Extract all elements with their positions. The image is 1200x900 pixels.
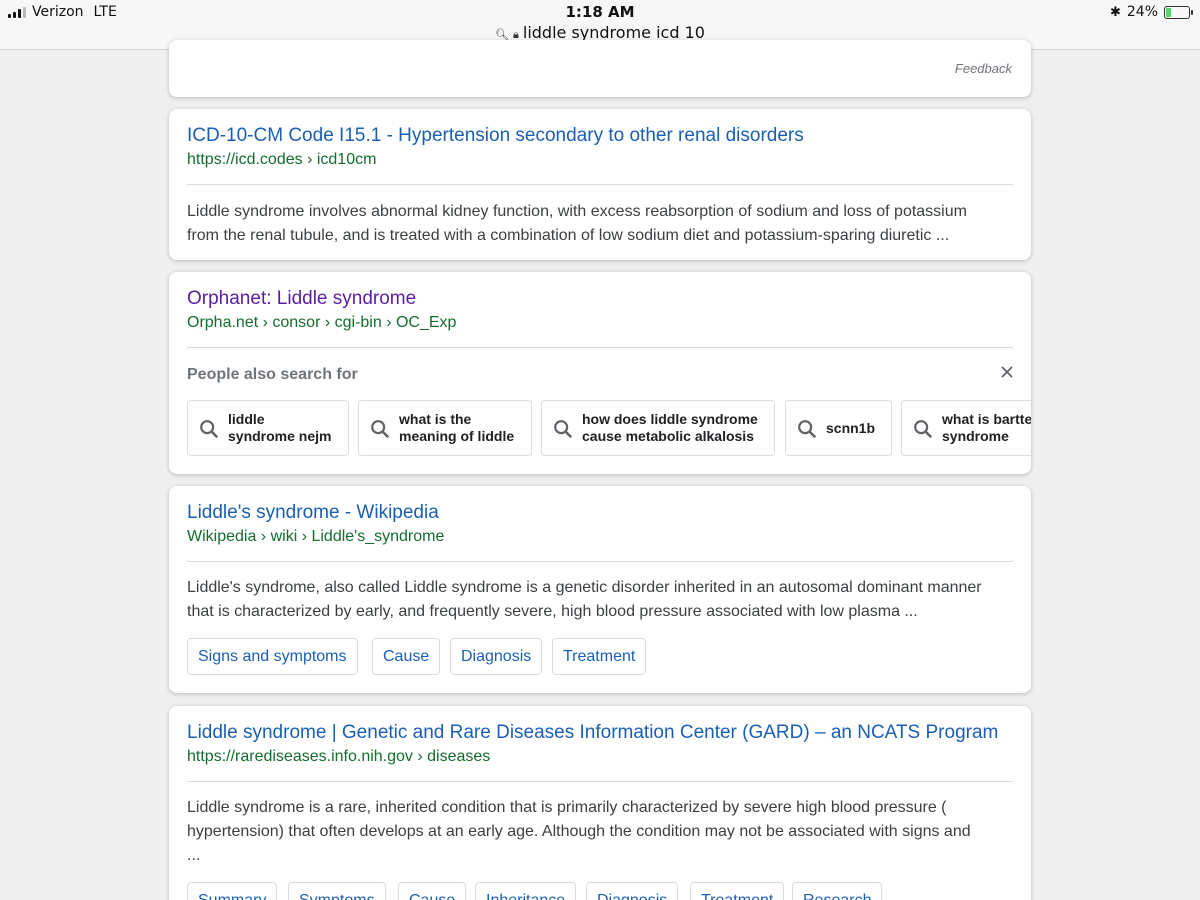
result-card-gard: Liddle syndrome | Genetic and Rare Disea…: [169, 706, 1031, 900]
result-title[interactable]: Liddle's syndrome - Wikipedia: [187, 502, 439, 524]
sitelink-diagnosis[interactable]: Diagnosis: [586, 882, 679, 900]
sitelink-treatment[interactable]: Treatment: [690, 882, 785, 900]
result-snippet: Liddle syndrome involves abnormal kidney…: [187, 200, 1013, 248]
result-title[interactable]: ICD-10-CM Code I15.1 - Hypertension seco…: [187, 125, 804, 147]
clock: 1:18 AM: [565, 3, 635, 21]
chip-label: what is bartter syndrome: [942, 411, 1031, 444]
result-card-wikipedia: Liddle's syndrome - Wikipedia Wikipedia …: [169, 486, 1031, 693]
bluetooth-icon: ✱: [1109, 4, 1121, 20]
sitelink-signs-and-symptoms[interactable]: Signs and symptoms: [187, 638, 358, 675]
chip-label: scnn1b: [826, 419, 876, 436]
chip-label: what is the meaning of liddle: [399, 411, 515, 444]
sitelink-cause[interactable]: Cause: [398, 882, 467, 900]
snippet-line: Liddle syndrome involves abnormal kidney…: [187, 203, 967, 220]
snippet-line: Liddle's syndrome, also called Liddle sy…: [187, 579, 982, 596]
result-title[interactable]: Orphanet: Liddle syndrome: [187, 288, 416, 310]
search-icon: [914, 420, 933, 439]
top-result-card: Feedback: [169, 40, 1031, 97]
divider: [187, 184, 1013, 185]
result-cite[interactable]: https://rarediseases.info.nih.gov › dise…: [187, 748, 490, 766]
result-card-orphanet: Orphanet: Liddle syndrome Orpha.net › co…: [169, 272, 1031, 474]
sitelink-cause[interactable]: Cause: [372, 638, 441, 675]
related-search-chip[interactable]: what is bartter syndrome: [901, 400, 1031, 456]
close-icon[interactable]: [999, 364, 1015, 380]
divider: [187, 781, 1013, 782]
divider: [187, 561, 1013, 562]
people-also-search-heading: People also search for: [187, 366, 358, 383]
search-icon: [554, 420, 573, 439]
snippet-line: ...: [187, 847, 201, 864]
snippet-line: Liddle syndrome is a rare, inherited con…: [187, 799, 947, 816]
result-cite[interactable]: https://icd.codes › icd10cm: [187, 151, 376, 169]
related-search-chip[interactable]: how does liddle syndrome cause metabolic…: [541, 400, 775, 456]
sitelink-symptoms[interactable]: Symptoms: [288, 882, 386, 900]
sitelink-inheritance[interactable]: Inheritance: [475, 882, 577, 900]
chip-label: how does liddle syndrome cause metabolic…: [582, 411, 758, 444]
chip-label: liddle syndrome nejm: [228, 411, 332, 444]
battery-percent: 24%: [1126, 4, 1158, 20]
related-search-chip[interactable]: what is the meaning of liddle: [358, 400, 532, 456]
battery-level: [1166, 7, 1172, 17]
sitelink-treatment[interactable]: Treatment: [552, 638, 647, 675]
sitelink-summary[interactable]: Summary: [187, 882, 278, 900]
status-right: ✱ 24%: [1109, 4, 1193, 20]
sitelink-diagnosis[interactable]: Diagnosis: [450, 638, 543, 675]
related-search-chip[interactable]: scnn1b: [785, 400, 892, 456]
result-card-icd: ICD-10-CM Code I15.1 - Hypertension seco…: [169, 109, 1031, 260]
result-cite[interactable]: Wikipedia › wiki › Liddle's_syndrome: [187, 528, 444, 546]
snippet-line: from the renal tubule, and is treated wi…: [187, 227, 950, 244]
result-title[interactable]: Liddle syndrome | Genetic and Rare Disea…: [187, 722, 998, 744]
snippet-line: that is characterized by early, and freq…: [187, 603, 918, 620]
feedback-link[interactable]: Feedback: [955, 61, 1012, 76]
result-snippet: Liddle syndrome is a rare, inherited con…: [187, 796, 1013, 868]
result-snippet: Liddle's syndrome, also called Liddle sy…: [187, 576, 1013, 624]
battery-icon: [1164, 5, 1193, 19]
snippet-line: hypertension) that often develops at an …: [187, 823, 971, 840]
result-cite[interactable]: Orpha.net › consor › cgi-bin › OC_Exp: [187, 314, 456, 332]
search-icon: [371, 420, 390, 439]
sitelink-research[interactable]: Research: [792, 882, 883, 900]
divider: [187, 347, 1013, 348]
search-icon: [798, 420, 817, 439]
search-icon: [200, 420, 219, 439]
related-search-chip[interactable]: liddle syndrome nejm: [187, 400, 349, 456]
